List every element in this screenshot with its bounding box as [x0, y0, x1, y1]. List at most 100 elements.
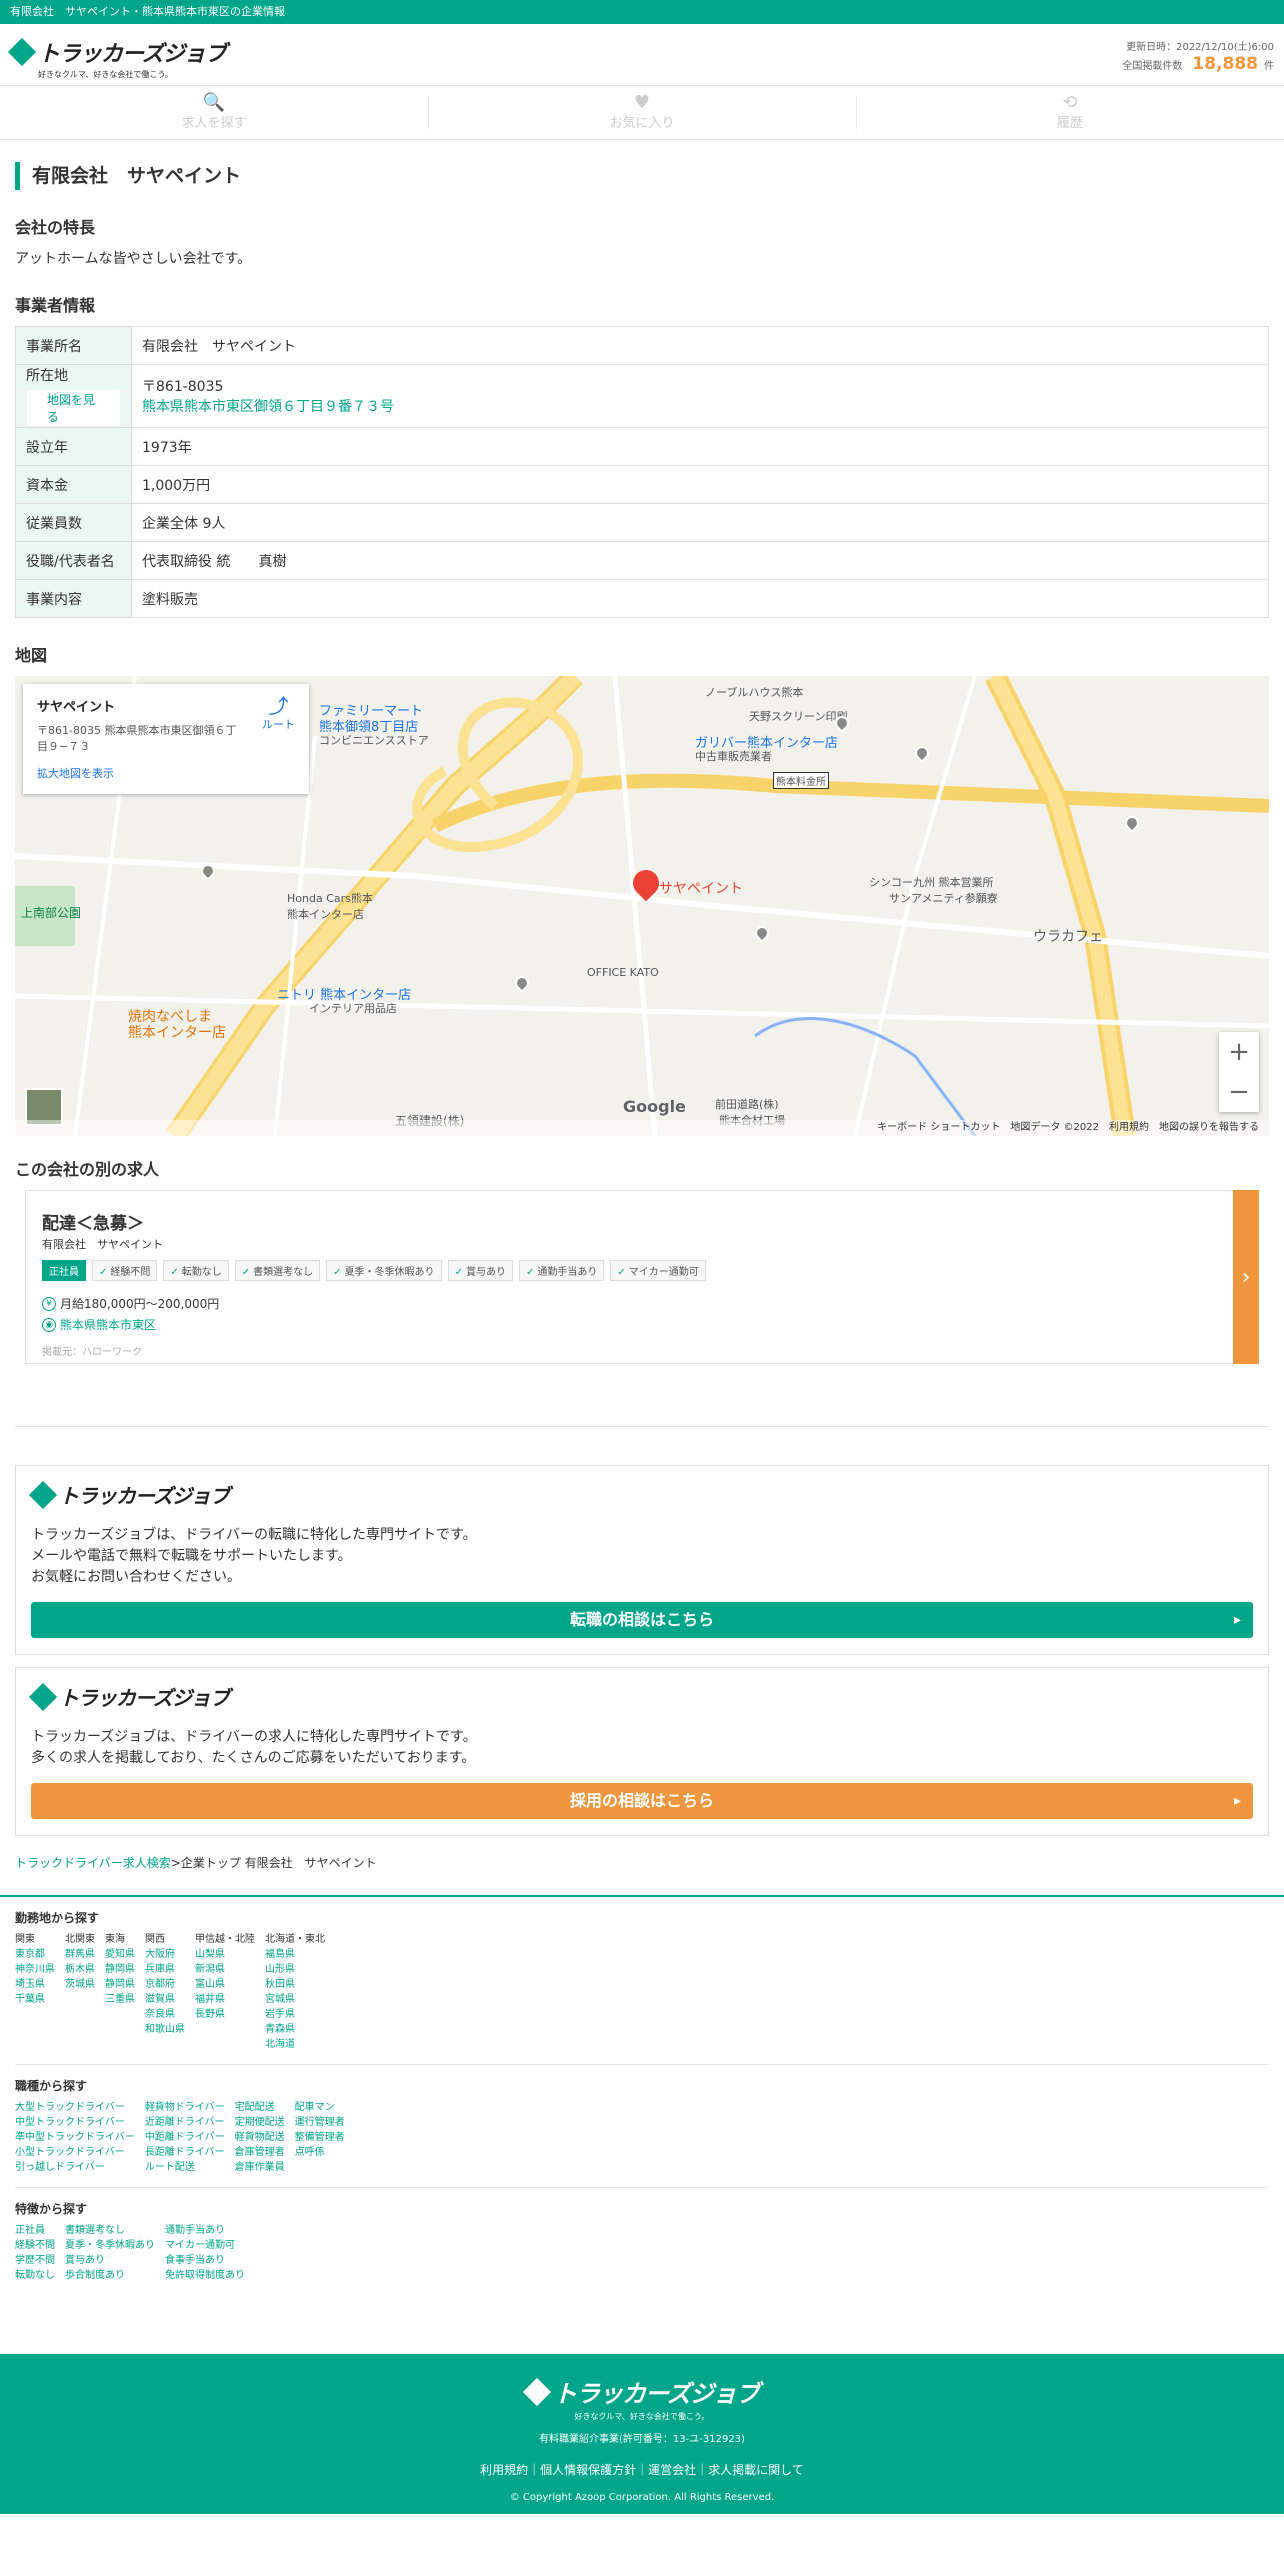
search-link[interactable]: 食事手当あり — [165, 2253, 245, 2268]
route-button[interactable]: ⤴ ルート — [262, 696, 295, 732]
search-link[interactable]: 長距離ドライバー — [145, 2145, 225, 2160]
topbar: 有限会社 サヤペイント・熊本県熊本市東区の企業情報 — [0, 0, 1284, 24]
search-link[interactable]: 中型トラックドライバー — [15, 2115, 135, 2130]
career-consult-button[interactable]: 転職の相談はこちら — [31, 1602, 1253, 1638]
nav-favorites[interactable]: ♥ お気に入り — [428, 86, 856, 139]
table-row: 事業所名 有限会社 サヤペイント — [15, 326, 1269, 365]
search-link[interactable]: 山形県 — [265, 1962, 325, 1977]
promo-logo: トラッカーズジョブ — [28, 1682, 1253, 1711]
nav-history[interactable]: ⟲ 履歴 — [856, 86, 1284, 139]
search-link[interactable]: 福島県 — [265, 1947, 325, 1962]
search-link[interactable]: 群馬県 — [65, 1947, 95, 1962]
search-link[interactable]: 奈良県 — [145, 2007, 185, 2022]
search-link[interactable]: 軽貨物ドライバー — [145, 2100, 225, 2115]
search-link[interactable]: 通勤手当あり — [165, 2223, 245, 2238]
map-label: ノーブルハウス熊本 — [705, 686, 804, 699]
site-logo[interactable]: トラッカーズジョブ 好きなクルマ、好きな会社で働こう。 — [7, 36, 227, 80]
search-link[interactable]: 近距離ドライバー — [145, 2115, 225, 2130]
search-link[interactable]: 愛知県 — [105, 1947, 135, 1962]
search-link[interactable]: ルート配送 — [145, 2160, 225, 2175]
count-unit: 件 — [1264, 61, 1274, 72]
job-company: 有限会社 サヤペイント — [42, 1238, 163, 1251]
search-link[interactable]: 賞与あり — [65, 2253, 155, 2268]
search-link[interactable]: 北海道 — [265, 2037, 325, 2052]
search-link[interactable]: 栃木県 — [65, 1962, 95, 1977]
career-promo: トラッカーズジョブ トラッカーズジョブは、ドライバーの転職に特化した専門サイトで… — [15, 1465, 1269, 1655]
search-link[interactable]: 京都府 — [145, 1977, 185, 1992]
count-label: 全国掲載件数 — [1122, 61, 1183, 72]
nav-search[interactable]: 🔍 求人を探す — [0, 86, 428, 139]
view-map-button[interactable]: 地図を見る — [26, 389, 121, 427]
search-link[interactable]: 大阪府 — [145, 1947, 185, 1962]
search-link[interactable]: 静岡県 — [105, 1962, 135, 1977]
search-link[interactable]: 兵庫県 — [145, 1962, 185, 1977]
hiring-consult-button[interactable]: 採用の相談はこちら — [31, 1783, 1253, 1819]
enlarge-map-link[interactable]: 拡大地図を表示 — [37, 765, 295, 781]
search-link[interactable]: 倉庫管理者 — [235, 2145, 285, 2160]
search-link[interactable]: 岩手県 — [265, 2007, 325, 2022]
zoom-out-button[interactable]: − — [1219, 1072, 1259, 1112]
promo-logo-text: トラッカーズジョブ — [59, 1686, 230, 1710]
map-label: 天野スクリーン印刷 — [749, 710, 848, 723]
region-label: 関東 — [15, 1934, 35, 1945]
search-link[interactable]: 正社員 — [15, 2223, 55, 2238]
search-link[interactable]: 神奈川県 — [15, 1962, 55, 1977]
region-label: 北関東 — [65, 1934, 95, 1945]
address-link[interactable]: 熊本県熊本市東区御領６丁目９番７３号 — [142, 399, 394, 415]
map-label: 熊本インター店 — [287, 908, 364, 921]
zoom-in-button[interactable]: + — [1219, 1032, 1259, 1072]
search-link[interactable]: 埼玉県 — [15, 1977, 55, 1992]
map-label: ウラカフェ — [1033, 929, 1103, 945]
search-link[interactable]: 福井県 — [195, 1992, 255, 2007]
promo-line: お気軽にお問い合わせください。 — [31, 1569, 241, 1585]
search-link[interactable]: 山梨県 — [195, 1947, 255, 1962]
search-link[interactable]: 運行管理者 — [295, 2115, 345, 2130]
search-link[interactable]: 学歴不問 — [15, 2253, 55, 2268]
search-link[interactable]: 点呼係 — [295, 2145, 345, 2160]
search-link[interactable]: 新潟県 — [195, 1962, 255, 1977]
search-link[interactable]: 青森県 — [265, 2022, 325, 2037]
search-link[interactable]: マイカー通勤可 — [165, 2238, 245, 2253]
search-link[interactable]: 免許取得制度あり — [165, 2268, 245, 2283]
search-link[interactable]: 東京都 — [15, 1947, 55, 1962]
promo-line: 多くの求人を掲載しており、たくさんのご応募をいただいております。 — [31, 1750, 476, 1766]
search-link[interactable]: 書類選考なし — [65, 2223, 155, 2238]
nav-history-label: 履歴 — [1056, 116, 1083, 131]
search-link[interactable]: 小型トラックドライバー — [15, 2145, 135, 2160]
search-link[interactable]: 千葉県 — [15, 1992, 55, 2007]
search-link[interactable]: 宮城県 — [265, 1992, 325, 2007]
job-card[interactable]: 配達＜急募＞ 有限会社 サヤペイント 正社員 ✓ 経験不問 ✓ 転勤なし ✓ 書類選考… — [25, 1190, 1259, 1364]
search-link[interactable]: 定期便配送 — [235, 2115, 285, 2130]
breadcrumb-home-link[interactable]: トラックドライバー求人検索 — [15, 1856, 171, 1870]
divider — [15, 2187, 1269, 2188]
search-link[interactable]: 茨城県 — [65, 1977, 95, 1992]
search-link[interactable]: 倉庫作業員 — [235, 2160, 285, 2175]
search-link[interactable]: 秋田県 — [265, 1977, 325, 1992]
search-link[interactable]: 夏季・冬季休暇あり — [65, 2238, 155, 2253]
search-link[interactable]: 転勤なし — [15, 2268, 55, 2283]
search-link[interactable]: 準中型トラックドライバー — [15, 2130, 135, 2145]
search-link[interactable]: 軽貨物配送 — [235, 2130, 285, 2145]
search-link[interactable]: 大型トラックドライバー — [15, 2100, 135, 2115]
link-column: 通勤手当あり マイカー通勤可 食事手当あり 免許取得制度あり — [165, 2223, 245, 2283]
search-link[interactable]: 配車マン — [295, 2100, 345, 2115]
row-label: 事業内容 — [15, 579, 132, 618]
search-link[interactable]: 静岡県 — [105, 1977, 135, 1992]
search-link[interactable]: 富山県 — [195, 1977, 255, 1992]
search-link[interactable]: 和歌山県 — [145, 2022, 185, 2037]
search-link[interactable]: 経験不問 — [15, 2238, 55, 2253]
search-link[interactable]: 長野県 — [195, 2007, 255, 2022]
search-link[interactable]: 歩合制度あり — [65, 2268, 155, 2283]
chevron-right-icon[interactable]: › — [1233, 1190, 1259, 1364]
search-link[interactable]: 整備管理者 — [295, 2130, 345, 2145]
search-link[interactable]: 三重県 — [105, 1992, 135, 2007]
search-link[interactable]: 宅配配送 — [235, 2100, 285, 2115]
search-link[interactable]: 中距離ドライバー — [145, 2130, 225, 2145]
search-link[interactable]: 滋賀県 — [145, 1992, 185, 2007]
job-location-link[interactable]: 熊本県熊本市東区 — [60, 1316, 156, 1333]
search-link[interactable]: 引っ越しドライバー — [15, 2160, 135, 2175]
google-map[interactable]: ファミリーマート 熊本御領8丁目店 コンビニエンスストア ガリバー熊本インター店… — [15, 676, 1269, 1136]
footer-links[interactable]: 利用規約｜個人情報保護方針｜運営会社｜求人掲載に関して — [0, 2461, 1284, 2478]
job-title[interactable]: 配達＜急募＞ — [42, 1209, 1242, 1234]
footer-logo[interactable]: トラッカーズジョブ — [0, 2374, 1284, 2409]
